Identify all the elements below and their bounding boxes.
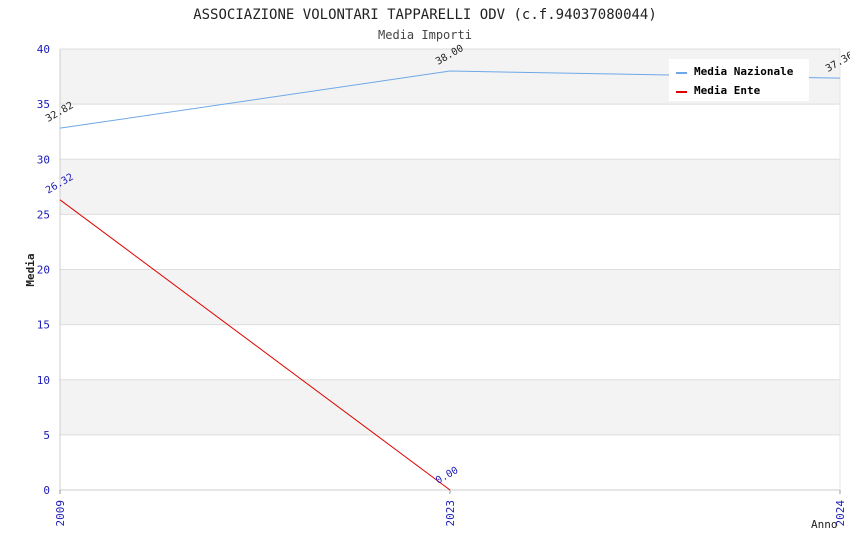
grid-band [60,269,840,325]
x-axis-ticks: 2009 2023 2024 [54,490,847,527]
legend-label-media-ente: Media Ente [694,84,761,97]
y-tick-label: 0 [43,484,50,497]
y-tick-label: 35 [37,98,50,111]
y-tick-label: 40 [37,43,50,56]
legend: Media Nazionale Media Ente [669,59,809,101]
line-chart: ASSOCIAZIONE VOLONTARI TAPPARELLI ODV (c… [24,7,850,531]
grid-band [60,379,840,435]
series-line [59,199,451,491]
grid-bands [60,49,840,435]
y-tick-label: 20 [37,264,50,277]
chart-title: ASSOCIAZIONE VOLONTARI TAPPARELLI ODV (c… [193,7,657,23]
chart-subtitle: Media Importi [378,28,472,42]
y-axis-label: Media [24,253,37,286]
data-label: 0.00 [434,465,460,487]
y-tick-label: 5 [43,429,50,442]
x-tick-label: 2009 [54,500,67,527]
y-tick-label: 30 [37,153,50,166]
grid-band [60,159,840,215]
legend-label-media-nazionale: Media Nazionale [694,65,794,78]
y-tick-label: 10 [37,374,50,387]
y-tick-label: 25 [37,208,50,221]
y-tick-label: 15 [37,319,50,332]
x-tick-label: 2023 [444,500,457,527]
y-axis-ticks: 0 5 10 15 20 25 30 35 40 [37,43,50,497]
x-axis-label: Anno [811,518,838,531]
